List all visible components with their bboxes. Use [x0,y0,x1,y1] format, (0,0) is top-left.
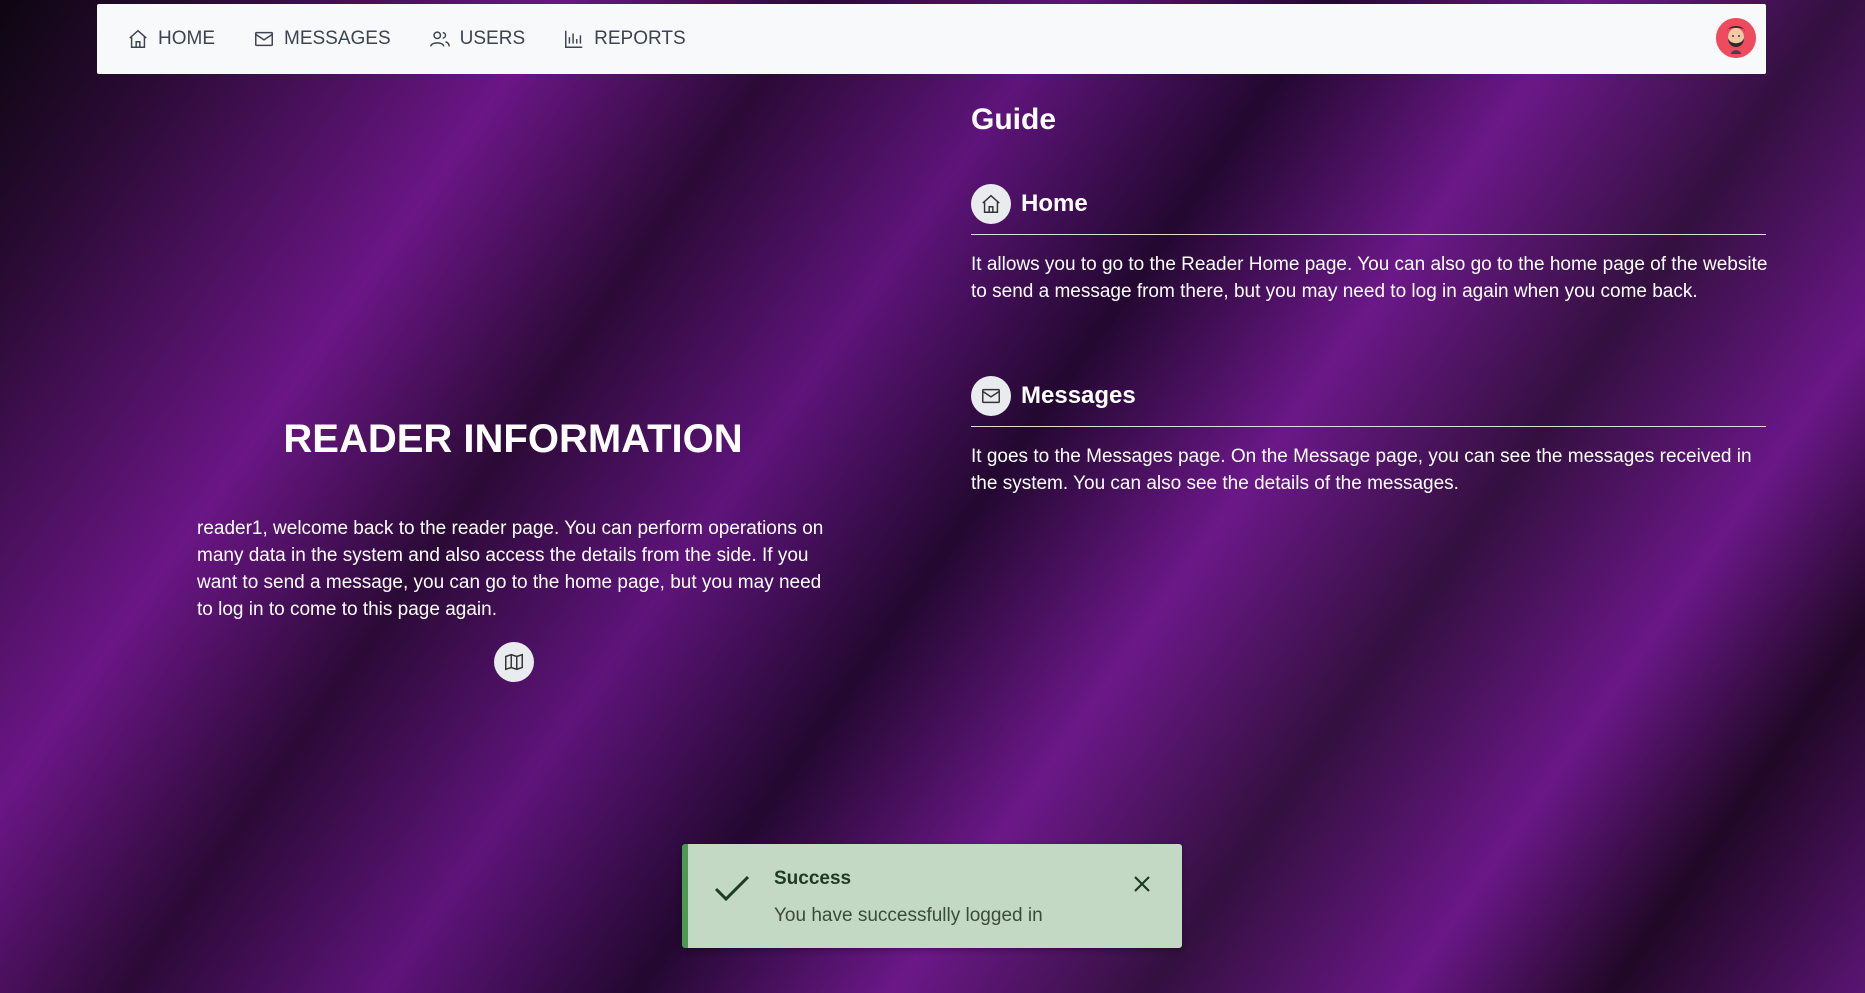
guide-section-home: Home [971,184,1766,235]
home-icon [971,184,1011,224]
toast-title: Success [774,868,852,889]
check-icon [712,868,752,908]
envelope-icon [971,376,1011,416]
reader-welcome-text: reader1, welcome back to the reader page… [197,518,824,620]
guide-section-messages: Messages [971,376,1766,427]
envelope-icon [255,31,273,47]
reader-title: READER INFORMATION [283,417,743,461]
toast-message: You have successfully logged in [774,905,1043,926]
guide-section-home-title: Home [1021,190,1088,217]
guide-section-messages-title: Messages [1021,382,1136,409]
guide-section-home-text: It allows you to go to the Reader Home p… [971,254,1768,302]
nav-home[interactable]: HOME [127,28,215,50]
nav-reports-label: REPORTS [594,28,686,49]
bar-chart-icon [565,30,583,48]
map-button[interactable] [494,642,534,682]
nav-messages-label: MESSAGES [284,28,391,49]
guide-title: Guide [971,103,1057,136]
nav-messages[interactable]: MESSAGES [253,28,391,50]
guide-section-messages-text: It goes to the Messages page. On the Mes… [971,446,1752,494]
nav-home-label: HOME [158,28,215,49]
home-icon [129,29,147,48]
nav-users-label: USERS [459,28,526,49]
success-toast: Success You have successfully logged in [682,844,1182,948]
nav-users[interactable]: USERS [429,28,525,50]
users-icon [429,31,450,47]
nav-reports[interactable]: REPORTS [563,28,686,50]
top-navbar: HOME MESSAGES USERS REPORTS [97,4,1766,74]
user-avatar[interactable] [1716,18,1756,58]
close-icon[interactable] [1130,872,1154,896]
map-icon [505,653,523,671]
